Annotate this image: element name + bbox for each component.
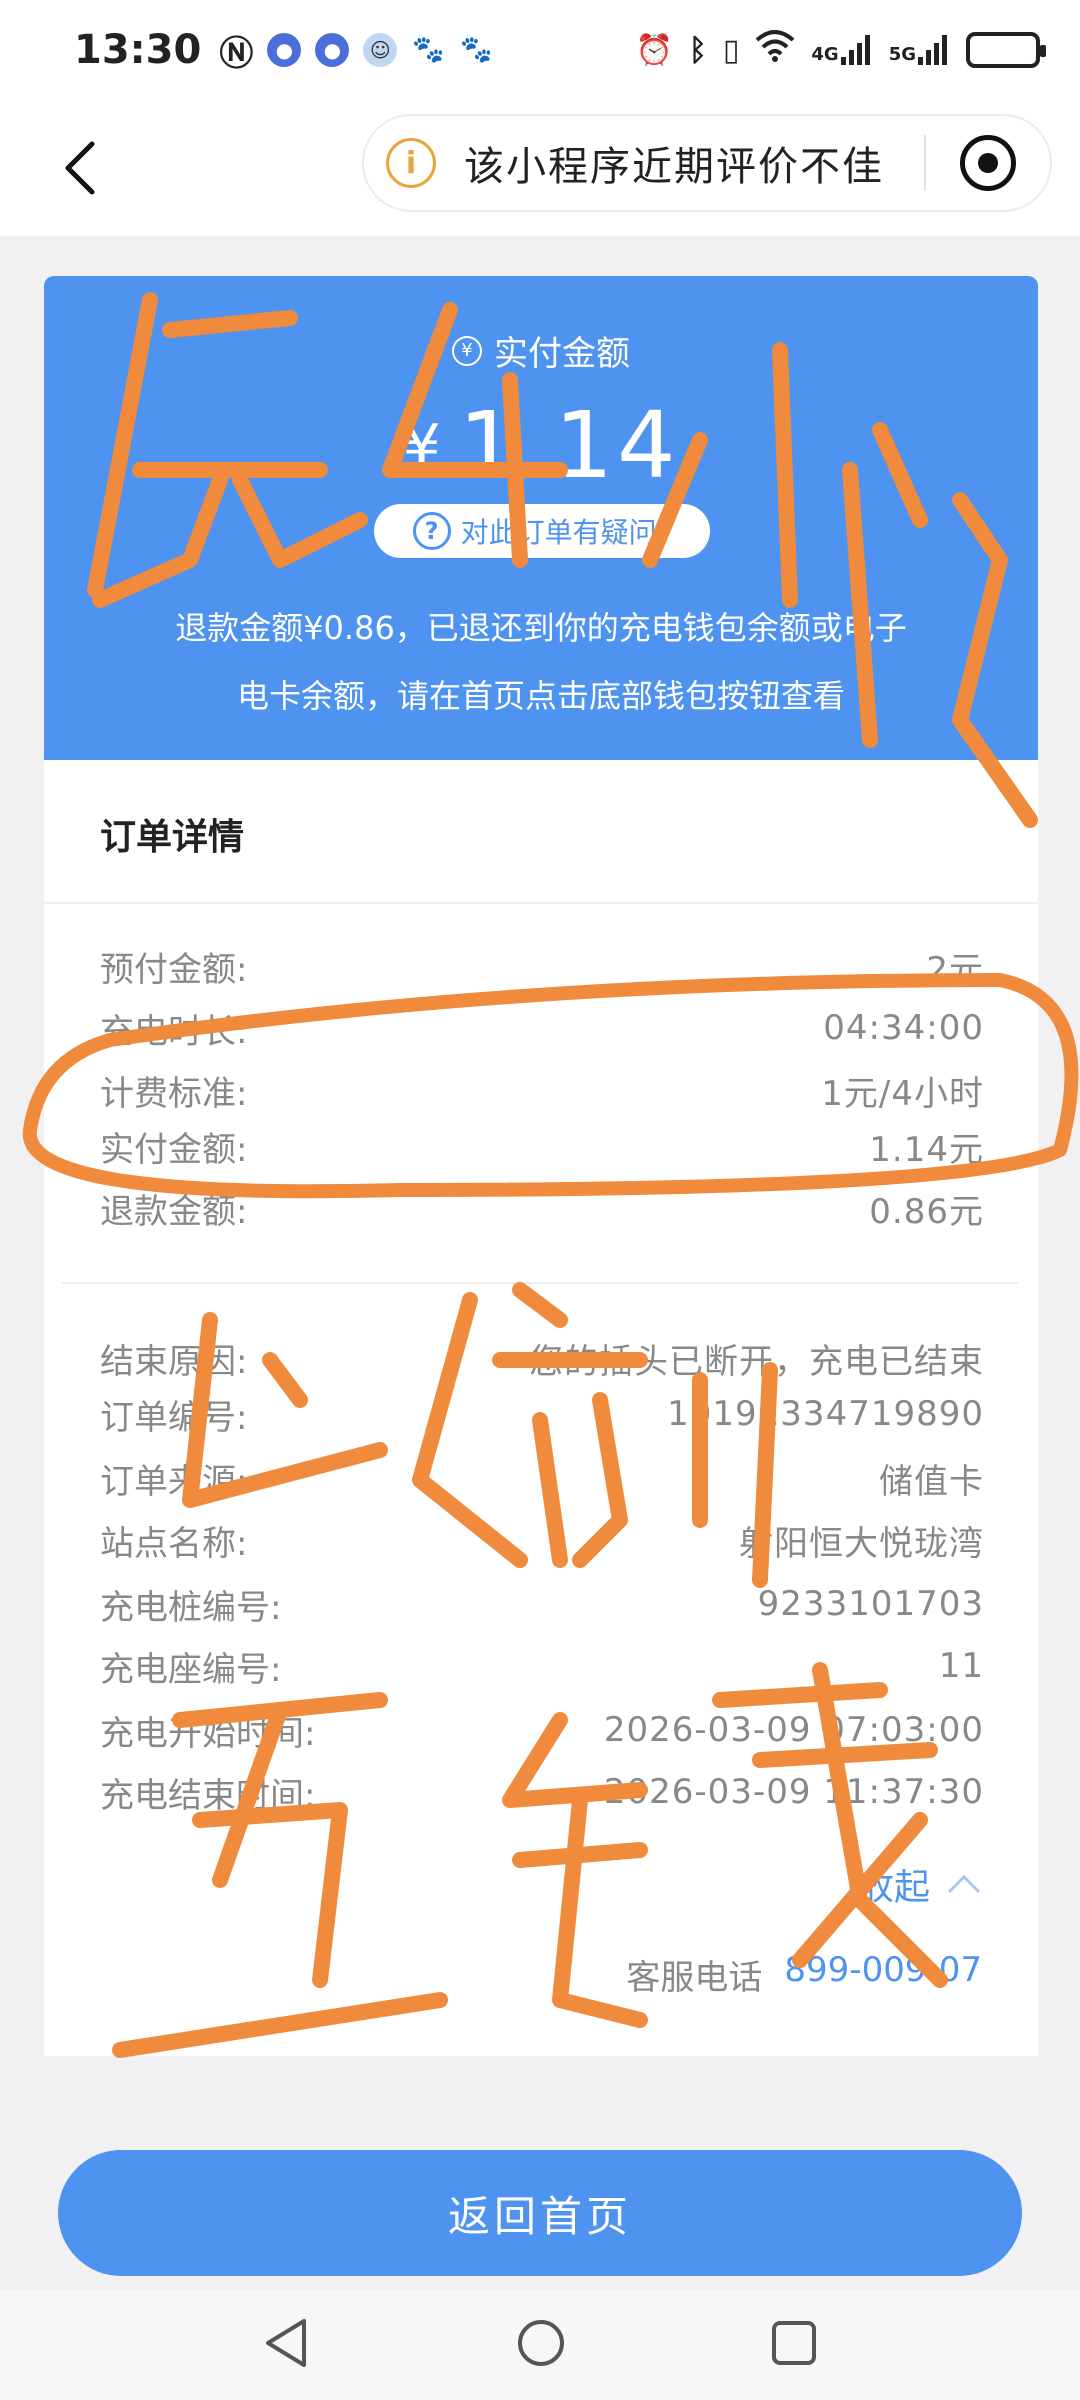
clock: 13:30 xyxy=(74,27,202,73)
chevron-left-icon xyxy=(65,141,95,195)
baidu-icon: 🐾 xyxy=(411,33,446,67)
mini-program-nav-bar: i 该小程序近期评价不佳 xyxy=(0,100,1080,236)
capsule-divider xyxy=(924,135,926,191)
detail-row-order-number: 订单编号: 10191334719890 xyxy=(100,1394,984,1438)
vibrate-icon: ▯ xyxy=(722,32,740,68)
divider xyxy=(62,1282,1018,1284)
back-button[interactable] xyxy=(40,128,120,208)
app-notification-icon: ● xyxy=(267,33,302,67)
detail-row-end-reason: 结束原因: 您的插头已断开，充电已结束 xyxy=(100,1341,984,1382)
status-bar: 13:30 Ⓝ ● ● ☺ 🐾 🐾 ⏰ ᛒ ▯ 4G 5G xyxy=(0,0,1080,100)
detail-row-duration: 充电时长: 04:34:00 xyxy=(100,1008,984,1052)
collapse-button[interactable]: 收起 xyxy=(858,1858,982,1910)
paid-amount-label: ¥ 实付金额 xyxy=(44,326,1038,375)
detail-row-order-source: 订单来源: 储值卡 xyxy=(100,1461,984,1502)
detail-row-prepaid: 预付金额: 2元 xyxy=(100,949,984,990)
nav-back-button[interactable] xyxy=(262,2317,312,2373)
signal-5g-icon: 5G xyxy=(889,35,950,65)
customer-service-hotline: 客服电话 899-009-07 xyxy=(626,1950,982,1999)
system-icons: ⏰ ᛒ ▯ 4G 5G xyxy=(635,30,1046,70)
detail-row-socket-number: 充电座编号: 11 xyxy=(100,1646,984,1690)
battery-icon xyxy=(966,32,1046,68)
system-navigation-bar xyxy=(0,2290,1080,2400)
refund-note: 退款金额¥0.86，已退还到你的充电钱包余额或电子 电卡余额，请在首页点击底部钱… xyxy=(175,609,907,715)
circle-home-icon xyxy=(517,2320,564,2366)
app-notification-icon: ☺ xyxy=(363,33,398,67)
wifi-icon xyxy=(755,30,795,70)
record-icon xyxy=(978,153,998,173)
record-button[interactable] xyxy=(960,135,1016,191)
return-home-button[interactable]: 返回首页 xyxy=(58,2150,1022,2276)
bluetooth-icon: ᛒ xyxy=(688,32,707,68)
order-details-card: 订单详情 预付金额: 2元 充电时长: 04:34:00 计费标准: 1元/4小… xyxy=(44,760,1038,2056)
detail-row-end-time: 充电结束时间: 2026-03-09 11:37:30 xyxy=(100,1772,984,1816)
triangle-back-icon xyxy=(265,2319,306,2367)
question-icon: ? xyxy=(412,512,451,550)
hotline-number-link[interactable]: 899-009-07 xyxy=(784,1950,982,1999)
detail-row-paid: 实付金额: 1.14元 xyxy=(100,1129,984,1170)
nfc-icon: Ⓝ xyxy=(219,33,254,74)
rating-notice-pill[interactable]: i 该小程序近期评价不佳 xyxy=(362,114,1052,212)
notification-icons: Ⓝ ● ● ☺ 🐾 🐾 xyxy=(219,26,494,75)
chevron-up-icon xyxy=(947,1874,981,1894)
nav-home-button[interactable] xyxy=(515,2317,567,2373)
square-recents-icon xyxy=(772,2321,817,2365)
detail-row-rate: 计费标准: 1元/4小时 xyxy=(100,1073,984,1114)
nav-recents-button[interactable] xyxy=(770,2319,818,2371)
app-notification-icon: ● xyxy=(315,33,350,67)
alarm-icon: ⏰ xyxy=(635,32,673,68)
order-doubt-button[interactable]: ? 对此订单有疑问? xyxy=(374,504,710,558)
order-details-title: 订单详情 xyxy=(100,817,245,858)
detail-row-station-name: 站点名称: 射阳恒大悦珑湾 xyxy=(100,1523,984,1564)
detail-row-start-time: 充电开始时间: 2026-03-09 07:03:00 xyxy=(100,1710,984,1754)
paid-amount: ¥1.14 xyxy=(402,392,680,499)
baidu-icon: 🐾 xyxy=(459,33,494,67)
signal-4g-icon: 4G xyxy=(811,35,872,65)
payment-summary-card: ¥ 实付金额 ¥1.14 ? 对此订单有疑问? 退款金额¥0.86，已退还到你的… xyxy=(44,276,1038,760)
coin-icon: ¥ xyxy=(452,335,482,366)
divider xyxy=(44,902,1038,904)
info-icon: i xyxy=(386,138,436,188)
rating-notice-text: 该小程序近期评价不佳 xyxy=(464,144,884,190)
detail-row-refund: 退款金额: 0.86元 xyxy=(100,1191,984,1232)
detail-row-pile-number: 充电桩编号: 9233101703 xyxy=(100,1584,984,1628)
